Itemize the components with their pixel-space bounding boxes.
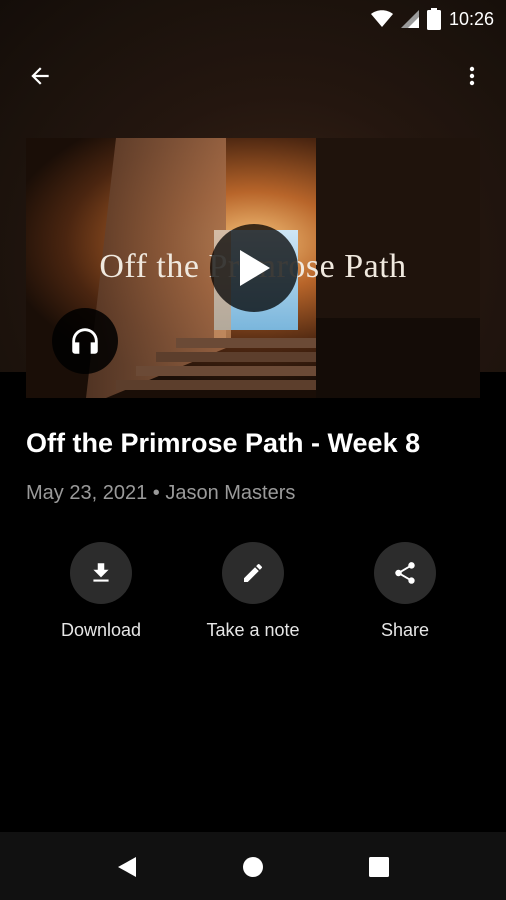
share-label: Share	[380, 620, 430, 640]
download-button[interactable]: Download	[26, 542, 176, 641]
pencil-icon	[244, 563, 263, 582]
nav-back-triangle-icon	[118, 857, 136, 877]
status-icons: 10:26	[370, 8, 494, 30]
cellular-signal-icon	[400, 10, 419, 28]
share-circle[interactable]	[374, 542, 436, 604]
sermon-meta: May 23, 2021 • Jason Masters	[26, 482, 295, 505]
sermon-speaker: Jason Masters	[165, 482, 296, 504]
play-button[interactable]	[210, 224, 298, 312]
nav-back-button[interactable]	[110, 850, 144, 884]
app-bar	[0, 46, 506, 102]
wifi-icon	[370, 10, 393, 27]
nav-home-button[interactable]	[236, 850, 270, 884]
audio-only-button[interactable]	[52, 308, 118, 374]
download-label: Download	[60, 620, 142, 640]
meta-separator: •	[152, 482, 160, 504]
nav-recents-square-icon	[369, 857, 389, 877]
more-vert-icon	[469, 66, 475, 86]
nav-recents-button[interactable]	[362, 850, 396, 884]
download-circle[interactable]	[70, 542, 132, 604]
download-icon	[93, 563, 109, 582]
sermon-date: May 23, 2021	[26, 482, 148, 504]
back-button[interactable]	[20, 56, 60, 96]
headphones-icon	[72, 328, 98, 354]
nav-home-circle-icon	[243, 857, 263, 877]
take-note-label: Take a note	[206, 620, 300, 640]
take-note-button[interactable]: Take a note	[178, 542, 328, 641]
system-navigation-bar	[0, 832, 506, 900]
share-icon	[395, 562, 415, 584]
sermon-title: Off the Primrose Path - Week 8	[26, 428, 421, 458]
take-note-circle[interactable]	[222, 542, 284, 604]
action-row: Download Take a note Share	[0, 542, 506, 652]
more-options-button[interactable]	[452, 56, 492, 96]
status-time: 10:26	[448, 8, 494, 29]
battery-icon	[426, 8, 441, 30]
play-icon	[240, 250, 270, 286]
status-bar: 10:26	[0, 0, 506, 36]
arrow-back-icon	[31, 67, 49, 85]
share-button[interactable]: Share	[330, 542, 480, 641]
